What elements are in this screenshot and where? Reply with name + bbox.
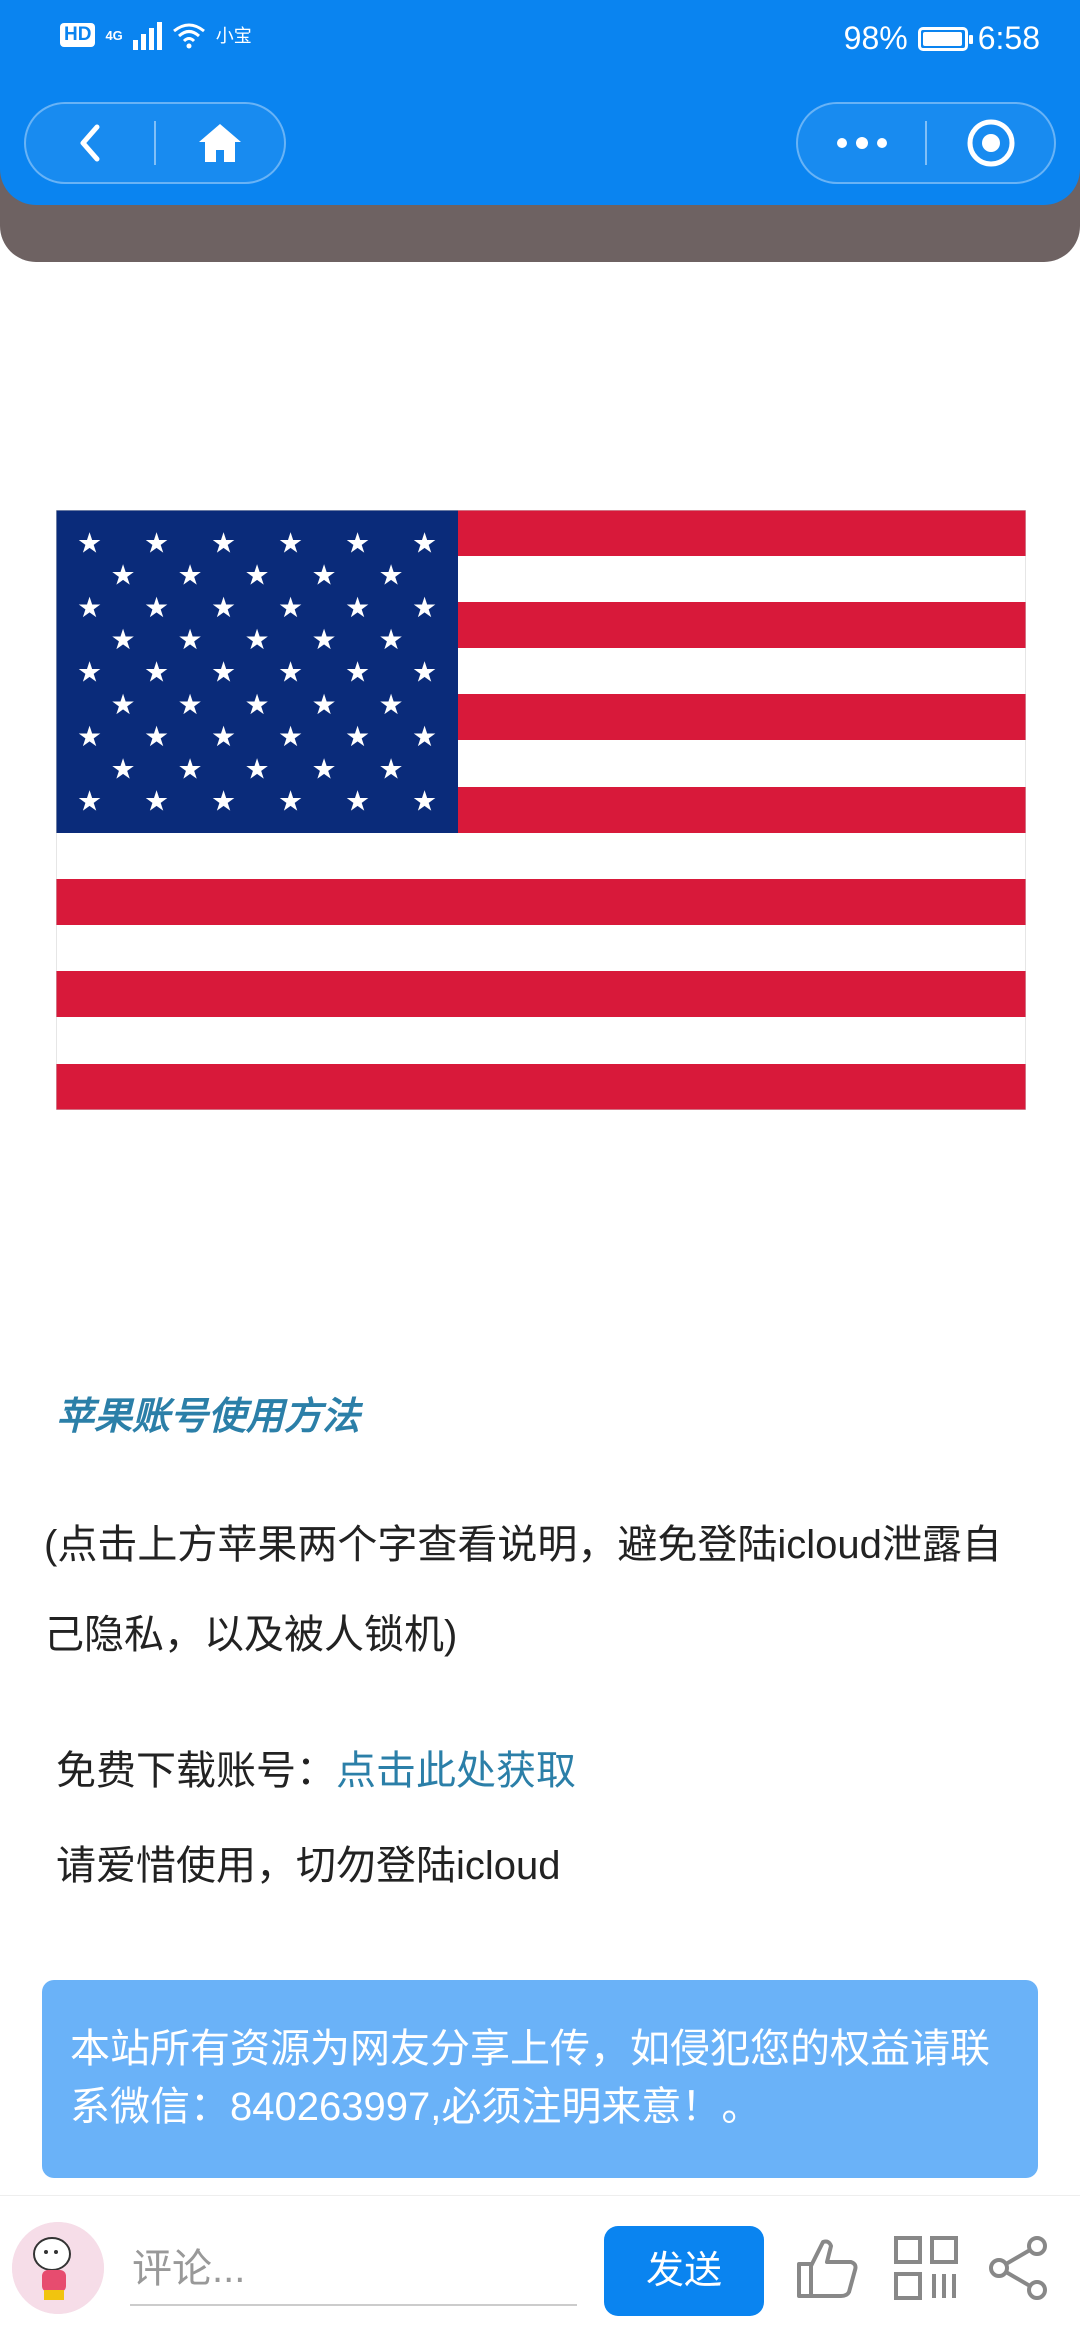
flag-star: ★ [278,591,303,624]
flag-star: ★ [211,785,236,818]
flag-star: ★ [144,591,169,624]
flag-star: ★ [311,623,336,656]
flag-star: ★ [177,559,202,592]
flag-star: ★ [311,688,336,721]
thumbs-up-icon[interactable] [793,2234,861,2302]
qr-code-icon[interactable] [892,2234,960,2302]
flag-star: ★ [77,526,102,559]
flag-star: ★ [177,623,202,656]
clock: 6:58 [977,20,1040,56]
battery-percent: 98% [843,20,908,56]
description-text: (点击上方苹果两个字查看说明，避免登陆icloud泄露自己隐私，以及被人锁机) [44,1523,1002,1657]
flag-star: ★ [211,720,236,753]
more-button[interactable] [798,104,925,182]
status-bar: HD 4G 小宝 98% 6:58 [0,18,1080,64]
network-type: 4G [105,27,123,43]
flag-star: ★ [378,752,403,785]
battery-icon [917,26,973,51]
flag-star: ★ [244,752,269,785]
download-label: 免费下载账号： [56,1749,336,1793]
flag-star: ★ [77,656,102,689]
flag-star: ★ [110,752,135,785]
comment-input[interactable]: 评论... [130,2234,577,2306]
wifi-icon [172,23,205,49]
flag-star: ★ [345,526,370,559]
home-icon [199,124,241,162]
flag-star: ★ [244,688,269,721]
flag-star: ★ [412,591,437,624]
flag-star: ★ [412,656,437,689]
close-miniprogram-button[interactable] [927,104,1054,182]
flag-star: ★ [412,720,437,753]
flag-star: ★ [412,785,437,818]
back-button[interactable] [26,104,154,182]
flag-star: ★ [211,526,236,559]
avatar[interactable] [12,2222,104,2314]
flag-star: ★ [412,526,437,559]
us-flag-image: ★ ★ ★ ★ ★ ★★ ★ ★ ★ ★★ ★ ★ ★ ★ ★★ ★ ★ ★ ★★ ★ ★ ★ ★ ★★ ★ ★ ★ ★★ ★ ★ ★ ★ ★★… [56,510,1026,1110]
download-row: 免费下载账号：点击此处获取 [56,1738,576,1796]
share-icon[interactable] [985,2234,1053,2302]
reminder-text: 请爱惜使用，切勿登陆icloud [56,1844,561,1888]
carrier-label: 小宝 [215,26,252,46]
hd-indicator: HD [60,23,96,47]
flag-star: ★ [144,785,169,818]
flag-star: ★ [177,688,202,721]
flag-star: ★ [378,623,403,656]
flag-star: ★ [345,720,370,753]
flag-star: ★ [378,688,403,721]
flag-star: ★ [144,656,169,689]
flag-star: ★ [345,656,370,689]
flag-star: ★ [311,559,336,592]
flag-star: ★ [378,559,403,592]
page-heading[interactable]: 苹果账号使用方法 [56,1385,360,1440]
home-button[interactable] [156,104,284,182]
flag-star: ★ [345,785,370,818]
copyright-notice: 本站所有资源为网友分享上传，如侵犯您的权益请联系微信：840263997,必须注… [42,1980,1038,2178]
flag-star: ★ [77,720,102,753]
bottom-action-bar: 评论... 发送 [0,2195,1080,2341]
flag-star: ★ [77,785,102,818]
flag-star: ★ [211,656,236,689]
send-button[interactable]: 发送 [604,2226,764,2316]
flag-star: ★ [177,752,202,785]
flag-star: ★ [77,591,102,624]
nav-capsule-left [24,102,286,184]
more-dots-icon [836,137,887,149]
avatar-cartoon [12,2222,104,2314]
target-icon [967,119,1014,167]
nav-capsule-right [796,102,1056,184]
signal-icon [132,20,162,50]
flag-star: ★ [278,526,303,559]
flag-star: ★ [110,688,135,721]
flag-star: ★ [278,656,303,689]
flag-star: ★ [244,623,269,656]
flag-star: ★ [211,591,236,624]
flag-star: ★ [110,623,135,656]
top-app-bar: HD 4G 小宝 98% 6:58 [0,0,1080,205]
flag-star: ★ [311,752,336,785]
download-link[interactable]: 点击此处获取 [336,1749,576,1793]
flag-star: ★ [244,559,269,592]
flag-star: ★ [110,559,135,592]
chevron-left-icon [80,124,100,162]
flag-star: ★ [278,720,303,753]
flag-star: ★ [144,526,169,559]
flag-star: ★ [345,591,370,624]
flag-star: ★ [144,720,169,753]
flag-star: ★ [278,785,303,818]
